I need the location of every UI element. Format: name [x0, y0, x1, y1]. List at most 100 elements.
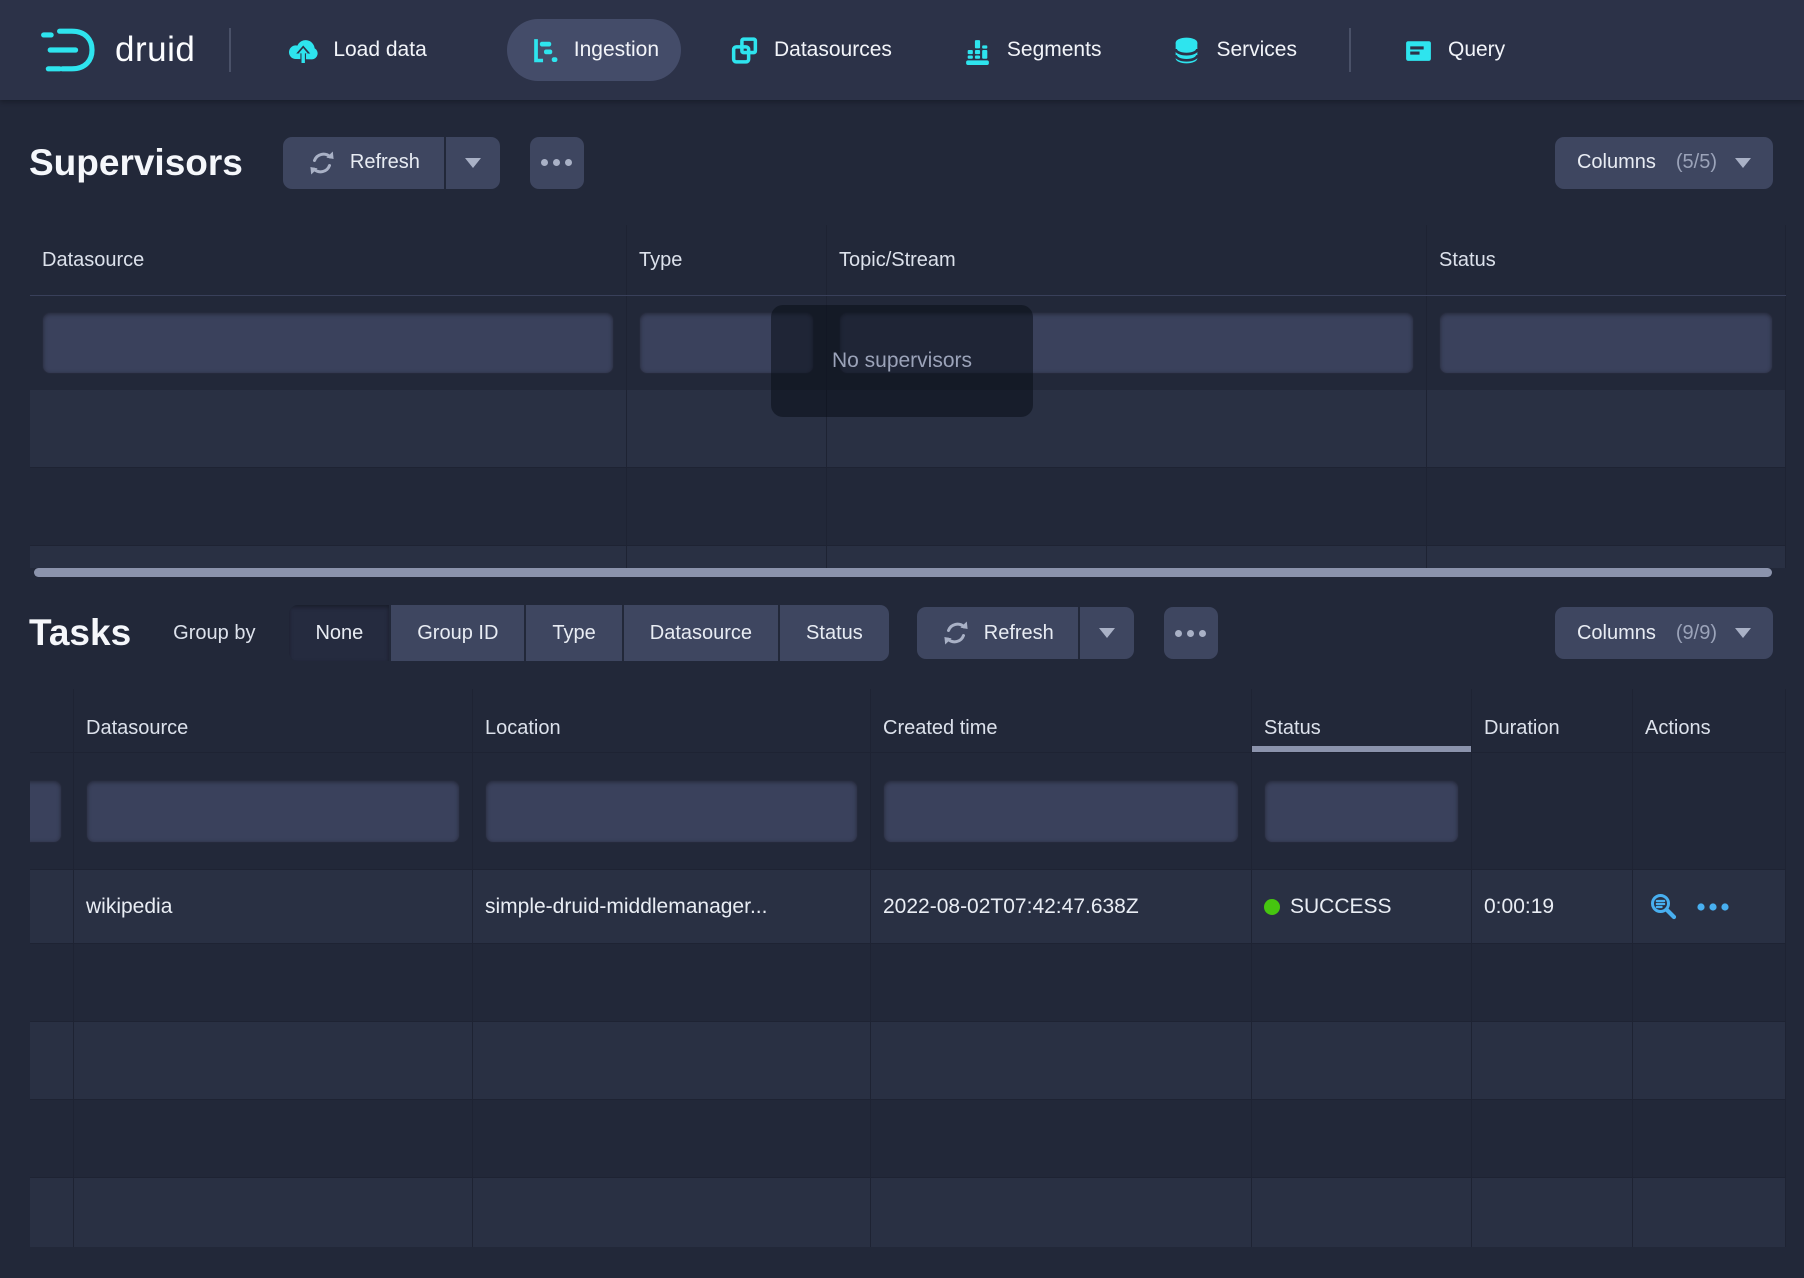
tasks-filter-row [30, 752, 1786, 869]
refresh-label: Refresh [984, 622, 1054, 645]
refresh-label: Refresh [350, 151, 420, 174]
column-header-created-time[interactable]: Created time [871, 689, 1252, 752]
caret-down-icon [465, 158, 481, 168]
brand-text: druid [115, 30, 195, 70]
supervisors-columns-button[interactable]: Columns (5/5) [1555, 137, 1773, 189]
console-icon [1403, 35, 1434, 66]
nav-item-query[interactable]: Query [1381, 19, 1527, 81]
tasks-header: Tasks Group by None Group ID Type Dataso… [0, 577, 1804, 689]
nav-item-segments[interactable]: Segments [940, 19, 1124, 81]
nav-item-services[interactable]: Services [1149, 19, 1319, 81]
empty-message: No supervisors [832, 349, 972, 373]
nav-item-label: Load data [333, 38, 426, 62]
more-icon [541, 159, 548, 166]
tasks-header-row: Datasource Location Created time Status … [30, 689, 1786, 752]
page-title: Tasks [29, 612, 131, 654]
group-by-type-button[interactable]: Type [524, 605, 621, 661]
sort-indicator [1252, 746, 1471, 752]
supervisors-header: Supervisors Refresh Colum [0, 100, 1804, 225]
task-created-time-cell: 2022-08-02T07:42:47.638Z [871, 870, 1252, 943]
group-by-label: Group by [173, 622, 255, 645]
navbar: druid Load data Ingestion [0, 0, 1804, 100]
group-by-none-button[interactable]: None [289, 605, 389, 661]
column-header-status[interactable]: Status [1427, 225, 1786, 295]
supervisors-more-button[interactable] [530, 137, 584, 189]
tasks-status-filter-input[interactable] [1264, 780, 1459, 843]
task-location-cell: simple-druid-middlemanager... [473, 870, 871, 943]
supervisors-header-row: Datasource Type Topic/Stream Status [30, 225, 1786, 296]
supervisors-refresh-split-button: Refresh [283, 137, 500, 189]
more-icon [1175, 630, 1182, 637]
gantt-chart-icon [529, 35, 560, 66]
refresh-button[interactable]: Refresh [917, 607, 1078, 659]
refresh-interval-button[interactable] [1078, 607, 1134, 659]
column-header-type[interactable]: Type [627, 225, 827, 295]
no-supervisors-overlay: No supervisors [771, 305, 1033, 417]
layers-icon [729, 35, 760, 66]
columns-count: (9/9) [1676, 622, 1717, 645]
tasks-hidden-filter-input[interactable] [30, 780, 62, 843]
task-details-icon[interactable] [1649, 892, 1678, 921]
task-row[interactable]: wikipedia simple-druid-middlemanager... … [30, 869, 1786, 944]
task-duration-cell: 0:00:19 [1472, 870, 1633, 943]
nav-item-label: Segments [1007, 38, 1102, 62]
column-header-status[interactable]: Status [1252, 689, 1472, 752]
table-row [30, 944, 1786, 1022]
column-header-datasource[interactable]: Datasource [30, 225, 627, 295]
supervisors-datasource-filter-input[interactable] [42, 312, 614, 374]
tasks-table: Datasource Location Created time Status … [30, 689, 1786, 1247]
caret-down-icon [1099, 628, 1115, 638]
tasks-refresh-split-button: Refresh [917, 607, 1134, 659]
group-by-status-button[interactable]: Status [778, 605, 889, 661]
status-badge: SUCCESS [1290, 895, 1392, 919]
column-header-duration[interactable]: Duration [1472, 689, 1633, 752]
column-header-topic-stream[interactable]: Topic/Stream [827, 225, 1427, 295]
column-header-actions[interactable]: Actions [1633, 689, 1786, 752]
druid-logo[interactable]: druid [38, 22, 195, 78]
tasks-location-filter-input[interactable] [485, 780, 858, 843]
tasks-datasource-filter-input[interactable] [86, 780, 460, 843]
task-more-icon[interactable] [1696, 902, 1730, 912]
table-row [30, 1022, 1786, 1100]
tasks-section: Tasks Group by None Group ID Type Dataso… [0, 577, 1804, 1247]
nav-item-load-data[interactable]: Load data [265, 19, 448, 81]
tasks-created-time-filter-input[interactable] [883, 780, 1239, 843]
tasks-more-button[interactable] [1164, 607, 1218, 659]
refresh-interval-button[interactable] [444, 137, 500, 189]
database-icon [1171, 35, 1202, 66]
nav-item-label: Services [1216, 38, 1297, 62]
columns-count: (5/5) [1676, 151, 1717, 174]
task-status-cell: SUCCESS [1252, 870, 1472, 943]
refresh-icon [941, 618, 971, 648]
group-by-button-group: None Group ID Type Datasource Status [289, 605, 888, 661]
tasks-columns-button[interactable]: Columns (9/9) [1555, 607, 1773, 659]
nav-item-datasources[interactable]: Datasources [707, 19, 914, 81]
column-header-collapsed[interactable] [30, 689, 74, 752]
columns-label: Columns [1577, 622, 1656, 645]
stacked-chart-icon [962, 35, 993, 66]
nav-item-label: Query [1448, 38, 1505, 62]
caret-down-icon [1735, 628, 1751, 638]
page-title: Supervisors [29, 142, 243, 184]
nav-item-label: Ingestion [574, 38, 659, 62]
nav-item-ingestion[interactable]: Ingestion [507, 19, 681, 81]
group-by-datasource-button[interactable]: Datasource [622, 605, 778, 661]
task-actions-cell [1633, 870, 1786, 943]
table-row [30, 468, 1786, 546]
supervisors-section: Supervisors Refresh Colum [0, 100, 1804, 577]
refresh-button[interactable]: Refresh [283, 137, 444, 189]
columns-label: Columns [1577, 151, 1656, 174]
table-row [30, 1100, 1786, 1178]
column-header-location[interactable]: Location [473, 689, 871, 752]
supervisors-status-filter-input[interactable] [1439, 312, 1773, 374]
refresh-icon [307, 148, 337, 178]
task-datasource-cell: wikipedia [74, 870, 473, 943]
group-by-group-id-button[interactable]: Group ID [389, 605, 524, 661]
status-dot [1264, 899, 1280, 915]
caret-down-icon [1735, 158, 1751, 168]
nav-divider [229, 28, 231, 72]
nav-item-label: Datasources [774, 38, 892, 62]
table-row [30, 546, 1786, 568]
horizontal-scrollbar[interactable] [34, 568, 1772, 577]
column-header-datasource[interactable]: Datasource [74, 689, 473, 752]
